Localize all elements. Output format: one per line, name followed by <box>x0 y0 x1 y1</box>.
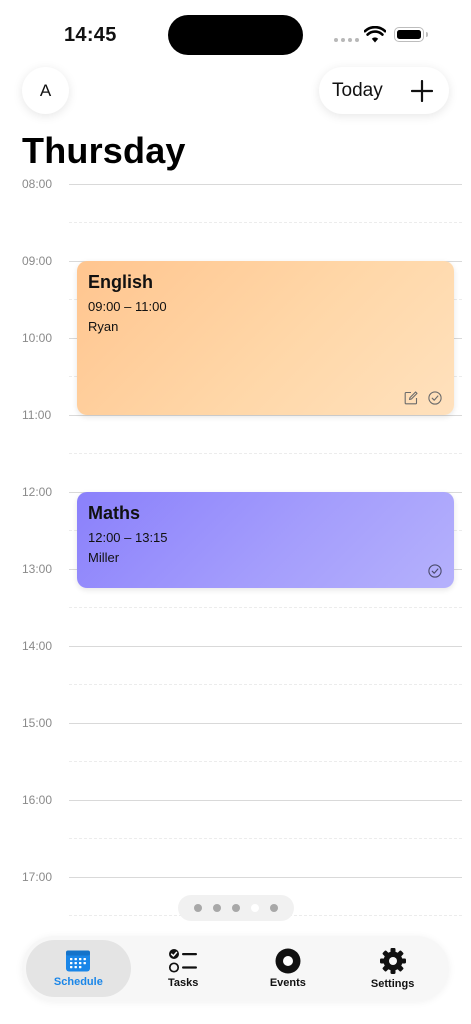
tab-label: Tasks <box>167 977 199 989</box>
half-hour-line <box>69 607 462 608</box>
event-title: Maths <box>88 503 141 523</box>
calendar-icon <box>66 950 91 972</box>
tab-bar: Schedule Tasks Events Settings <box>22 936 449 1001</box>
event-actions <box>404 391 442 405</box>
event-title: English <box>88 272 154 292</box>
hour-line <box>69 723 462 724</box>
hour-label: 09:00 <box>22 254 53 268</box>
edit-note-icon[interactable] <box>404 391 418 405</box>
tab-settings[interactable]: Settings <box>340 940 445 997</box>
tab-label: Schedule <box>53 976 103 988</box>
event-card-maths[interactable]: Maths 12:00 – 13:15 Miller <box>77 492 454 588</box>
hour-label: 15:00 <box>22 716 53 730</box>
event-person: Miller <box>88 550 120 565</box>
tab-label: Events <box>269 977 306 989</box>
hour-line <box>69 415 462 416</box>
page-dot[interactable] <box>270 904 278 912</box>
gear-icon <box>379 948 406 974</box>
hour-line <box>69 646 462 647</box>
hour-line <box>69 877 462 878</box>
hour-label: 13:00 <box>22 562 53 576</box>
half-hour-line <box>69 838 462 839</box>
event-time: 12:00 – 13:15 <box>88 530 168 545</box>
half-hour-line <box>69 222 462 223</box>
hour-label: 10:00 <box>22 331 53 345</box>
tab-events[interactable]: Events <box>236 940 341 997</box>
page-dot-active[interactable] <box>251 904 259 912</box>
check-circle-icon[interactable] <box>428 564 442 578</box>
page-dot[interactable] <box>213 904 221 912</box>
hour-label: 11:00 <box>22 408 52 422</box>
hour-label: 12:00 <box>22 485 53 499</box>
page-indicator[interactable] <box>178 895 294 921</box>
tab-schedule[interactable]: Schedule <box>26 940 131 997</box>
page-dot[interactable] <box>232 904 240 912</box>
hour-label: 08:00 <box>22 177 53 191</box>
hour-line <box>69 800 462 801</box>
event-person: Ryan <box>88 319 119 334</box>
hour-line <box>69 184 462 185</box>
half-hour-line <box>69 761 462 762</box>
record-circle-icon <box>275 948 301 974</box>
checklist-icon <box>169 949 198 973</box>
event-actions <box>428 564 442 578</box>
event-time: 09:00 – 11:00 <box>88 299 167 314</box>
hour-label: 16:00 <box>22 793 53 807</box>
tab-label: Settings <box>370 978 415 990</box>
event-card-english[interactable]: English 09:00 – 11:00 Ryan <box>77 261 454 415</box>
tab-tasks[interactable]: Tasks <box>131 940 236 997</box>
hour-label: 17:00 <box>22 870 53 884</box>
half-hour-line <box>69 453 462 454</box>
page-dot[interactable] <box>194 904 202 912</box>
check-circle-icon[interactable] <box>428 391 442 405</box>
hour-label: 14:00 <box>22 639 53 653</box>
half-hour-line <box>69 684 462 685</box>
